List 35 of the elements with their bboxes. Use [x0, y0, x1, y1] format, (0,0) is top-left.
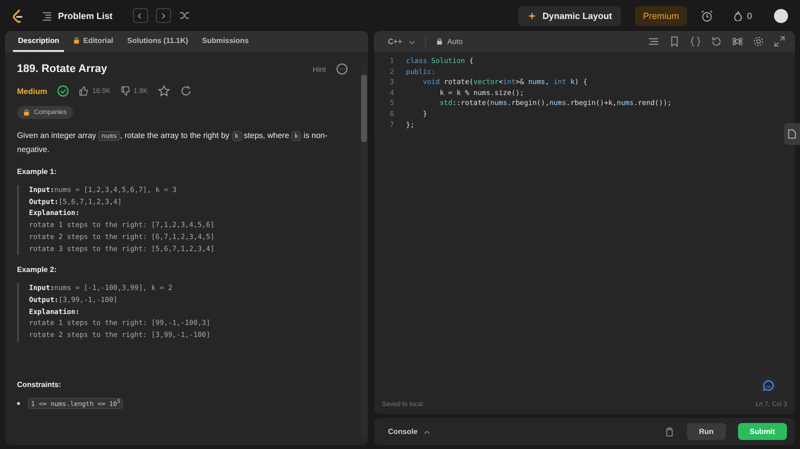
- document-icon: [787, 129, 797, 139]
- chat-bubble-button[interactable]: [759, 376, 777, 394]
- command-icon[interactable]: [732, 36, 743, 47]
- dynamic-layout-button[interactable]: Dynamic Layout: [518, 6, 621, 26]
- sparkle-icon: [527, 10, 538, 20]
- notes-button[interactable]: [784, 123, 800, 145]
- settings-icon[interactable]: [753, 36, 764, 47]
- expand-icon[interactable]: [774, 36, 785, 47]
- lock-icon: [23, 109, 30, 116]
- avatar[interactable]: [774, 8, 788, 22]
- thumbs-up-icon: [79, 86, 90, 96]
- star-icon[interactable]: [158, 85, 170, 97]
- chat-icon: [762, 378, 774, 392]
- problem-title: 189. Rotate Array: [17, 63, 108, 75]
- lock-icon: [436, 38, 444, 45]
- problem-list-button[interactable]: Problem List: [36, 10, 119, 22]
- next-button[interactable]: [156, 8, 171, 23]
- previous-button[interactable]: [132, 8, 148, 23]
- scrollbar[interactable]: [361, 65, 367, 437]
- undo-icon[interactable]: [711, 36, 722, 47]
- shuffle-icon[interactable]: [178, 10, 190, 21]
- bullet-icon: [17, 402, 20, 405]
- more-icon[interactable]: [336, 63, 348, 75]
- braces-icon[interactable]: [690, 36, 701, 47]
- list-icon: [42, 10, 52, 20]
- flame-icon: [732, 10, 743, 20]
- alarm-clock-icon[interactable]: [700, 10, 713, 22]
- logo-icon[interactable]: [12, 8, 24, 22]
- bookmark-icon[interactable]: [669, 36, 680, 47]
- streak-counter[interactable]: 0: [726, 10, 758, 22]
- difficulty-label: Medium: [17, 86, 48, 96]
- format-icon[interactable]: [648, 36, 659, 47]
- premium-button[interactable]: Premium: [634, 6, 687, 26]
- thumbs-down-icon: [120, 86, 131, 96]
- share-icon[interactable]: [180, 85, 192, 97]
